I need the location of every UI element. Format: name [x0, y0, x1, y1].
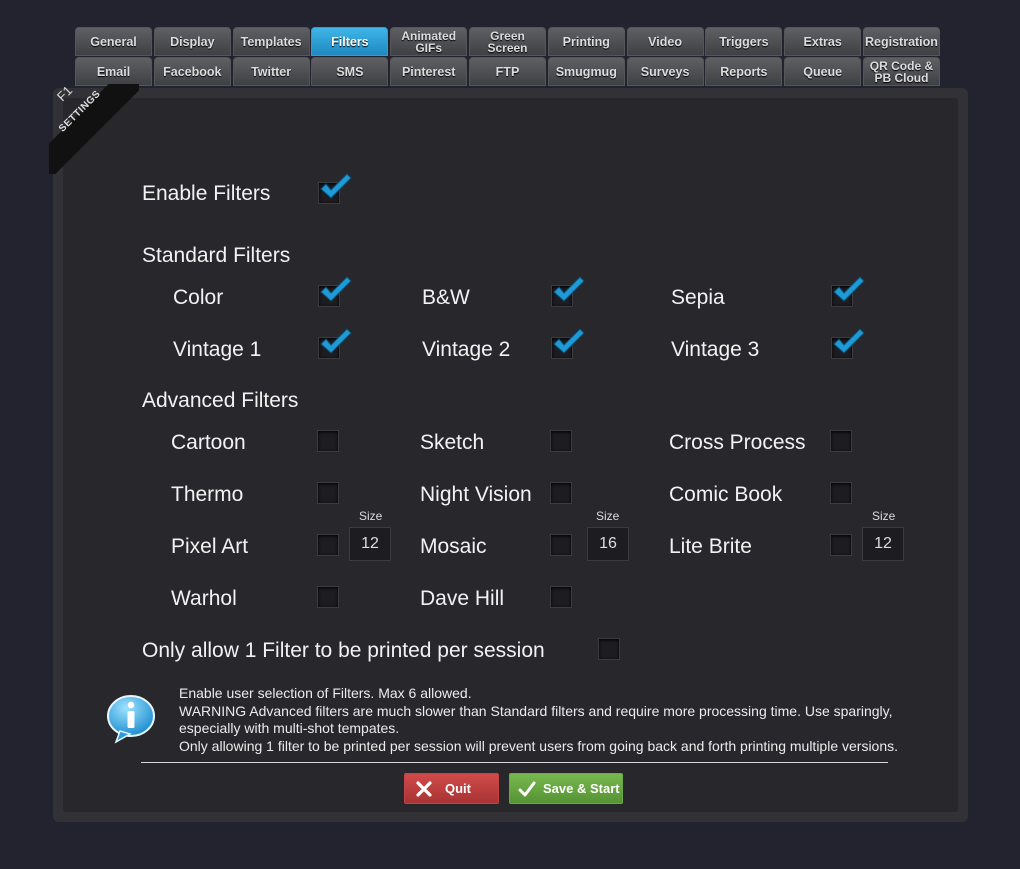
tab-green-screen[interactable]: Green Screen	[468, 27, 546, 56]
advanced-filters-heading: Advanced Filters	[142, 389, 299, 412]
info-line: Enable user selection of Filters. Max 6 …	[179, 685, 472, 701]
filter-cartoon-checkbox[interactable]	[317, 430, 339, 452]
filter-comic-book-label: Comic Book	[669, 483, 783, 506]
filter-lite-brite-label: Lite Brite	[669, 535, 752, 558]
filter-color-checkbox[interactable]	[318, 276, 352, 307]
tab-display[interactable]: Display	[153, 27, 231, 56]
tab-registration[interactable]: Registration	[862, 27, 940, 56]
filter-thermo-checkbox[interactable]	[317, 482, 339, 504]
tab-surveys[interactable]: Surveys	[626, 57, 704, 86]
tab-printing[interactable]: Printing	[547, 27, 625, 56]
tab-general[interactable]: General	[75, 27, 152, 56]
tab-templates[interactable]: Templates	[232, 27, 310, 56]
tab-animated-gifs[interactable]: Animated GIFs	[390, 27, 468, 56]
lite-brite-size-label: Size	[872, 509, 896, 523]
filter-mosaic-checkbox[interactable]	[550, 534, 572, 556]
filter-vintage2-label: Vintage 2	[422, 338, 511, 361]
info-icon	[107, 695, 155, 744]
filter-dave-hill-checkbox[interactable]	[550, 586, 572, 608]
checkmark-icon	[833, 328, 865, 354]
tab-extras[interactable]: Extras	[784, 27, 862, 56]
save-start-button[interactable]: Save & Start	[509, 773, 623, 804]
filter-warhol-checkbox[interactable]	[317, 586, 339, 608]
filter-cross-process-checkbox[interactable]	[830, 430, 852, 452]
only-one-filter-label: Only allow 1 Filter to be printed per se…	[142, 639, 545, 662]
checkmark-icon	[320, 276, 352, 302]
filter-vintage1-checkbox[interactable]	[318, 328, 352, 359]
tab-smugmug[interactable]: Smugmug	[547, 57, 625, 86]
tab-row-1: General Display Templates Filters Animat…	[75, 27, 943, 57]
settings-tabs: General Display Templates Filters Animat…	[75, 27, 943, 87]
filter-bw-label: B&W	[422, 286, 470, 309]
filter-comic-book-checkbox[interactable]	[830, 482, 852, 504]
filter-bw-checkbox[interactable]	[551, 276, 585, 307]
filter-vintage1-label: Vintage 1	[173, 338, 262, 361]
filter-vintage2-checkbox[interactable]	[551, 328, 585, 359]
info-line: especially with multi-shot tempates.	[179, 720, 400, 736]
tab-twitter[interactable]: Twitter	[232, 57, 310, 86]
filter-pixel-art-label: Pixel Art	[171, 535, 249, 558]
checkmark-icon	[833, 276, 865, 302]
divider	[141, 762, 888, 763]
filter-night-vision-checkbox[interactable]	[550, 482, 572, 504]
info-line: WARNING Advanced filters are much slower…	[179, 702, 893, 719]
tab-email[interactable]: Email	[75, 57, 152, 86]
tab-queue[interactable]: Queue	[784, 57, 862, 86]
check-icon	[518, 781, 536, 796]
save-start-button-label: Save & Start	[543, 781, 620, 796]
tab-filters[interactable]: Filters	[311, 27, 389, 56]
filter-cartoon-label: Cartoon	[171, 431, 246, 454]
lite-brite-size-input[interactable]: 12	[862, 527, 904, 561]
filter-cross-process-label: Cross Process	[669, 431, 806, 454]
enable-filters-label: Enable Filters	[142, 182, 271, 205]
tab-triggers[interactable]: Triggers	[705, 27, 783, 56]
close-icon	[416, 780, 432, 797]
enable-filters-checkbox[interactable]	[318, 173, 352, 204]
tab-sms[interactable]: SMS	[311, 57, 389, 86]
filter-vintage3-label: Vintage 3	[671, 338, 760, 361]
checkmark-icon	[553, 276, 585, 302]
filter-vintage3-checkbox[interactable]	[831, 328, 865, 359]
tab-pinterest[interactable]: Pinterest	[390, 57, 468, 86]
filter-thermo-label: Thermo	[171, 483, 244, 506]
filter-color-label: Color	[173, 286, 224, 309]
ribbon-key: F1	[53, 84, 76, 105]
filter-warhol-label: Warhol	[171, 587, 237, 610]
pixel-art-size-label: Size	[359, 509, 383, 523]
mosaic-size-label: Size	[596, 509, 620, 523]
filter-dave-hill-label: Dave Hill	[420, 587, 505, 610]
filter-pixel-art-checkbox[interactable]	[317, 534, 339, 556]
filter-sepia-checkbox[interactable]	[831, 276, 865, 307]
tab-facebook[interactable]: Facebook	[153, 57, 231, 86]
quit-button[interactable]: Quit	[404, 773, 499, 804]
checkmark-icon	[553, 328, 585, 354]
filter-night-vision-label: Night Vision	[420, 483, 532, 506]
filter-sketch-label: Sketch	[420, 431, 485, 454]
standard-filters-heading: Standard Filters	[142, 244, 291, 267]
mosaic-size-input[interactable]: 16	[587, 527, 629, 561]
quit-button-label: Quit	[445, 781, 471, 796]
checkmark-icon	[320, 328, 352, 354]
info-text: Enable user selection of Filters. Max 6 …	[179, 685, 898, 755]
checkmark-icon	[320, 173, 352, 199]
tab-video[interactable]: Video	[626, 27, 704, 56]
info-line: Only allowing 1 filter to be printed per…	[179, 737, 899, 754]
filter-sketch-checkbox[interactable]	[550, 430, 572, 452]
only-one-filter-checkbox[interactable]	[598, 638, 620, 660]
tab-row-2: Email Facebook Twitter SMS Pinterest FTP…	[75, 57, 943, 87]
tab-ftp[interactable]: FTP	[468, 57, 546, 86]
filter-sepia-label: Sepia	[671, 286, 725, 309]
pixel-art-size-input[interactable]: 12	[349, 527, 391, 561]
tab-reports[interactable]: Reports	[705, 57, 783, 86]
settings-ribbon: F1 SETTINGS	[49, 84, 139, 174]
filter-lite-brite-checkbox[interactable]	[830, 534, 852, 556]
tab-qr-code-pb-cloud[interactable]: QR Code & PB Cloud	[862, 57, 940, 86]
filter-mosaic-label: Mosaic	[420, 535, 487, 558]
